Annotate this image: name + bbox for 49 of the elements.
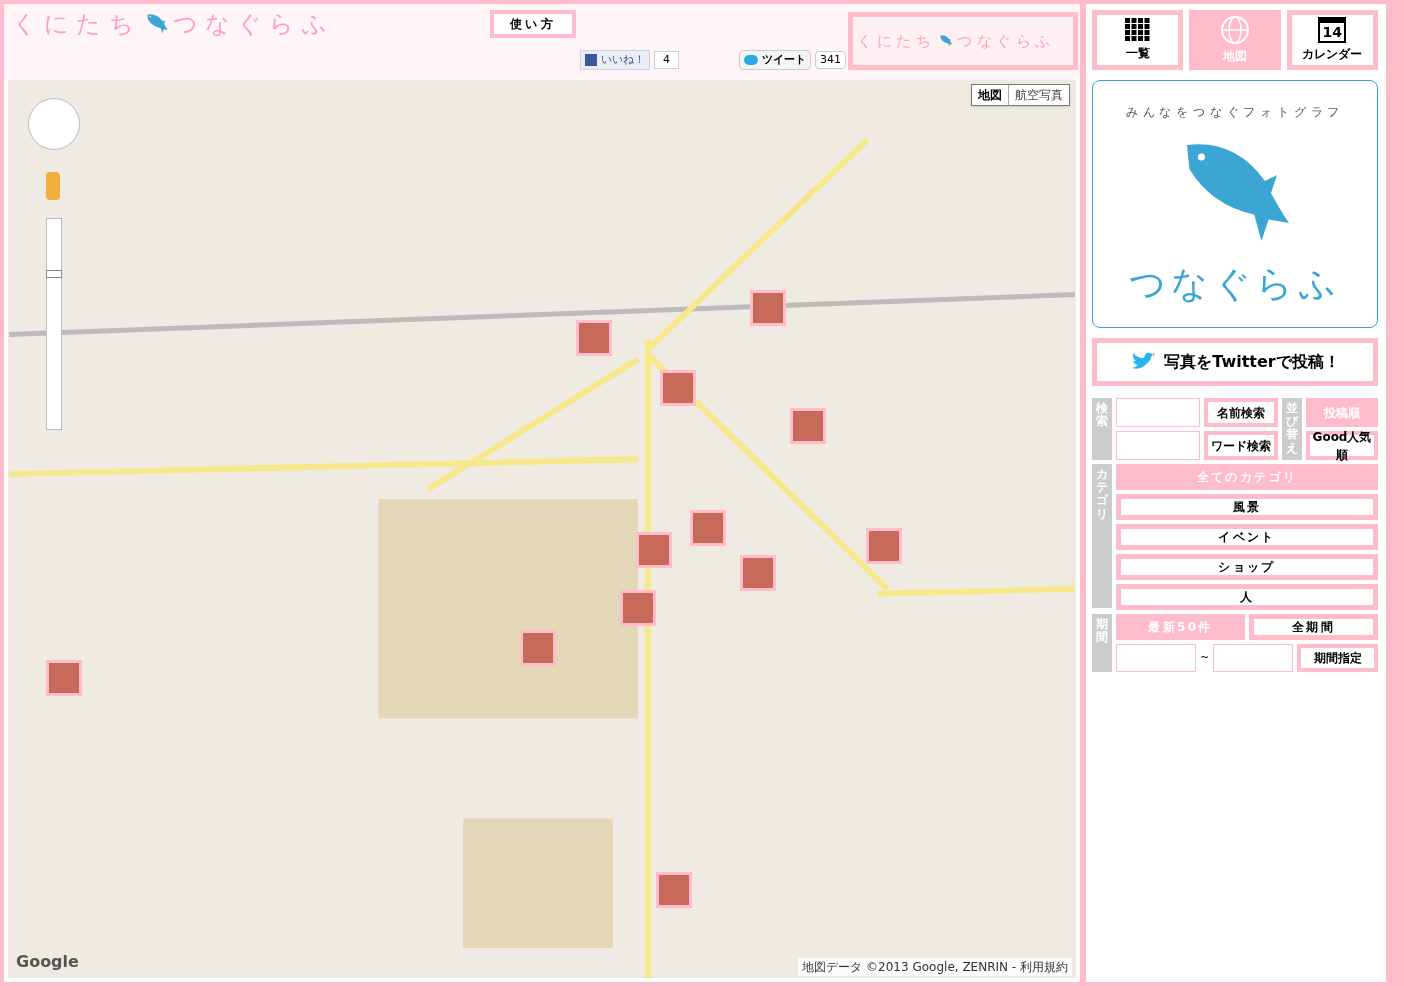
filter-button[interactable]: 全期間	[1249, 614, 1378, 640]
photo-marker[interactable]	[660, 370, 696, 406]
like-button[interactable]: いいね！	[580, 50, 650, 70]
map-attribution[interactable]: 地図データ ©2013 Google, ZENRIN - 利用規約	[798, 958, 1072, 976]
globe-icon	[1220, 15, 1250, 45]
help-button[interactable]: 使い方	[490, 10, 576, 38]
fish-icon	[144, 12, 169, 36]
photo-marker[interactable]	[636, 532, 672, 568]
like-count: 4	[654, 51, 679, 69]
brand-tagline: みんなをつなぐフォトグラフ	[1125, 104, 1345, 121]
period-button[interactable]: 期間指定	[1297, 644, 1378, 672]
nav-tab[interactable]: 一覧	[1092, 10, 1184, 70]
photo-marker[interactable]	[520, 630, 556, 666]
grid-icon	[1124, 18, 1151, 42]
photo-marker[interactable]	[656, 872, 692, 908]
photo-marker[interactable]	[740, 555, 776, 591]
zoom-track[interactable]	[46, 218, 62, 430]
photo-marker[interactable]	[690, 510, 726, 546]
google-logo: Google	[16, 951, 79, 973]
filter-button[interactable]: 人	[1116, 584, 1378, 610]
date-field[interactable]	[1213, 644, 1294, 672]
tweet-count: 341	[815, 51, 846, 69]
fish-icon	[939, 34, 953, 48]
map-area[interactable]: 地図 航空写真 Google 地図データ ©2013 Google, ZENRIN - 利用規約	[8, 80, 1076, 978]
map-type-toggle[interactable]: 航空写真	[1008, 85, 1069, 105]
calendar-icon: 14	[1318, 17, 1347, 43]
brand-name: つなぐらふ	[1129, 262, 1341, 306]
twitter-post-button[interactable]: 写真をTwitterで投稿！	[1092, 338, 1378, 386]
photo-marker[interactable]	[576, 320, 612, 356]
search-field[interactable]	[1116, 431, 1200, 460]
photo-marker[interactable]	[790, 408, 826, 444]
pan-control[interactable]	[28, 98, 80, 150]
photo-marker[interactable]	[866, 528, 902, 564]
search-button[interactable]: ワード検索	[1204, 431, 1278, 460]
filter-button[interactable]: 風景	[1116, 494, 1378, 520]
map-type-toggle[interactable]: 地図	[972, 85, 1008, 105]
search-button[interactable]: 名前検索	[1204, 398, 1278, 427]
zoom-handle[interactable]	[46, 269, 62, 278]
range-separator: ~	[1200, 649, 1210, 666]
photo-marker[interactable]	[620, 590, 656, 626]
nav-tab[interactable]: 14 カレンダー	[1286, 10, 1378, 70]
filter-button[interactable]: イベント	[1116, 524, 1378, 550]
photo-marker[interactable]	[46, 660, 82, 696]
tweet-button[interactable]: ツイート	[739, 50, 811, 70]
photo-marker[interactable]	[750, 290, 786, 326]
date-field[interactable]	[1116, 644, 1196, 672]
filter-button[interactable]: ショップ	[1116, 554, 1378, 580]
filter-button[interactable]: Good人気順	[1306, 431, 1378, 460]
search-field[interactable]	[1116, 398, 1200, 427]
